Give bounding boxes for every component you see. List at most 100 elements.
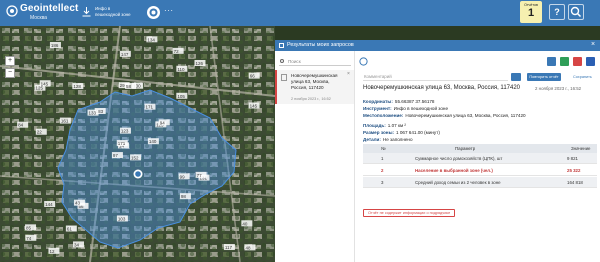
row-number: 1 bbox=[381, 156, 384, 161]
edit-button[interactable] bbox=[511, 73, 521, 81]
logo-text: Geointellect bbox=[20, 3, 79, 14]
more-menu-icon[interactable]: ··· bbox=[164, 7, 174, 15]
building-number: 123 bbox=[121, 129, 129, 134]
building-number: 66 bbox=[250, 74, 256, 79]
table-row: 2 Население в выбранной зоне (чел.) 25 3… bbox=[363, 165, 597, 176]
building-number: 58 bbox=[126, 84, 132, 89]
building-number: 97 bbox=[113, 153, 119, 158]
zone-size-row: Размер зоны: 1 067 641.00 (минут) bbox=[363, 130, 440, 135]
results-icon bbox=[279, 43, 284, 48]
location-row: Местоположение: Новочеремушкинская улица … bbox=[363, 113, 526, 118]
globe-icon[interactable] bbox=[147, 6, 160, 19]
area-label: Площадь: bbox=[363, 123, 386, 128]
building-number: 126 bbox=[195, 61, 203, 66]
map-view[interactable]: 1521251485115567213011014018648226697105… bbox=[0, 26, 275, 262]
instrument-menu[interactable]: Инфо в пешеходной зоне bbox=[82, 4, 136, 22]
queries-counter[interactable]: Отчётов 1 bbox=[520, 1, 542, 23]
building-number: 134 bbox=[147, 37, 155, 42]
pdf-icon[interactable] bbox=[573, 57, 582, 66]
building-number: 84 bbox=[18, 123, 24, 128]
building-number: 105 bbox=[177, 94, 185, 99]
queries-count: 1 bbox=[527, 7, 535, 19]
header-parameter: Параметр bbox=[455, 146, 476, 151]
search-icon bbox=[570, 6, 582, 18]
building-number: 48 bbox=[245, 245, 251, 250]
close-icon[interactable]: × bbox=[591, 41, 595, 49]
row-parameter: Население в выбранной зоне (чел.) bbox=[415, 168, 493, 173]
building-number: 61 bbox=[67, 227, 73, 232]
instrument-row: Инструмент: Инфо в пешеходной зоне bbox=[363, 106, 448, 111]
no-contractor-button[interactable]: Отчёт не содержит информации о подрядчик… bbox=[363, 209, 456, 217]
building-number: 133 bbox=[89, 111, 97, 116]
building-number: 43 bbox=[75, 201, 81, 206]
map-canvas[interactable]: 1521251485115567213011014018648226697105… bbox=[0, 26, 275, 262]
table-row: 3 Средний доход семьи из 2 человек в зон… bbox=[363, 177, 597, 188]
back-icon[interactable] bbox=[359, 57, 368, 66]
list-item[interactable]: Новочеремушкинская улица 63, Москва, Рос… bbox=[275, 70, 354, 104]
document-icon bbox=[281, 74, 287, 81]
building-number: 171 bbox=[145, 105, 153, 110]
download-icon bbox=[82, 7, 91, 17]
map-marker[interactable] bbox=[133, 169, 143, 179]
details-row: Детали: Не заполнено bbox=[363, 137, 413, 142]
word-icon[interactable] bbox=[586, 57, 595, 66]
zoom-in-button[interactable]: + bbox=[5, 56, 15, 66]
building-number: 40 bbox=[242, 221, 248, 226]
coordinates-row: Координаты: 55.66387 37.56178 bbox=[363, 99, 435, 104]
building-number: 171 bbox=[118, 141, 126, 146]
zoom-out-button[interactable]: − bbox=[5, 68, 15, 78]
share-icon[interactable] bbox=[547, 57, 556, 66]
logo-icon bbox=[6, 5, 18, 17]
report-address: Новочеремушкинская улица 63, Москва, Рос… bbox=[363, 85, 521, 91]
results-list: Поиск Новочеремушкинская улица 63, Москв… bbox=[275, 51, 355, 262]
row-parameter: Суммарное число домохозяйств (ЦПК), шт bbox=[415, 156, 503, 161]
instrument-label: Инструмент: bbox=[363, 106, 392, 111]
comment-field[interactable]: Комментарий bbox=[363, 73, 508, 81]
table-row: 1 Суммарное число домохозяйств (ЦПК), шт… bbox=[363, 153, 597, 164]
delete-icon[interactable]: × bbox=[347, 71, 350, 77]
building-number: 94 bbox=[160, 120, 166, 125]
list-item-date: 2 ноября 2023 г., 16:52 bbox=[291, 97, 331, 101]
building-number: 72 bbox=[174, 49, 180, 54]
building-number: 77 bbox=[197, 173, 203, 178]
details-value: Не заполнено bbox=[382, 137, 413, 142]
instrument-label: Инфо в пешеходной зоне bbox=[95, 6, 131, 17]
building-number: 99 bbox=[180, 174, 186, 179]
area-value: 1.07 км ² bbox=[387, 123, 406, 128]
building-number: 140 bbox=[149, 139, 157, 144]
building-number: 98 bbox=[181, 194, 187, 199]
area-row: Площадь: 1.07 км ² bbox=[363, 123, 406, 128]
excel-icon[interactable] bbox=[560, 57, 569, 66]
building-number: 103 bbox=[118, 216, 126, 221]
comment-placeholder: Комментарий bbox=[364, 74, 392, 79]
instrument-value: Инфо в пешеходной зоне bbox=[393, 106, 449, 111]
top-bar: Geointellect Москва Инфо в пешеходной зо… bbox=[0, 0, 600, 26]
location-label: Местоположение: bbox=[363, 113, 404, 118]
building-number: 12 bbox=[49, 249, 55, 254]
building-number: 110 bbox=[177, 67, 185, 72]
building-number: 145 bbox=[250, 103, 258, 108]
building-number: 125 bbox=[35, 86, 43, 91]
building-number: 22 bbox=[37, 130, 43, 135]
header-value: Значение bbox=[571, 146, 591, 151]
building-number: 145 bbox=[41, 81, 49, 86]
building-number: 152 bbox=[131, 155, 139, 160]
coordinates-value: 55.66387 37.56178 bbox=[394, 99, 435, 104]
building-number: 128 bbox=[73, 84, 81, 89]
building-number: 186 bbox=[51, 43, 59, 48]
help-button[interactable]: ? bbox=[549, 4, 565, 20]
building-number: 34 bbox=[74, 242, 80, 247]
repeat-report-button[interactable]: Повторить отчёт bbox=[527, 73, 561, 81]
list-search-input[interactable]: Поиск bbox=[279, 57, 351, 66]
coordinates-label: Координаты: bbox=[363, 99, 393, 104]
building-number: 85 bbox=[26, 225, 32, 230]
table-header: № Параметр Значение bbox=[363, 144, 597, 153]
results-panel-header: Результаты моих запросов × bbox=[275, 40, 600, 51]
logo[interactable]: Geointellect Москва bbox=[6, 3, 78, 23]
search-button[interactable] bbox=[568, 4, 584, 20]
row-value: 164 818 bbox=[567, 180, 583, 185]
row-number: 3 bbox=[381, 180, 384, 185]
save-link[interactable]: Сохранить bbox=[573, 75, 592, 79]
building-number: 147 bbox=[121, 52, 129, 57]
row-value: 25 322 bbox=[567, 168, 581, 173]
